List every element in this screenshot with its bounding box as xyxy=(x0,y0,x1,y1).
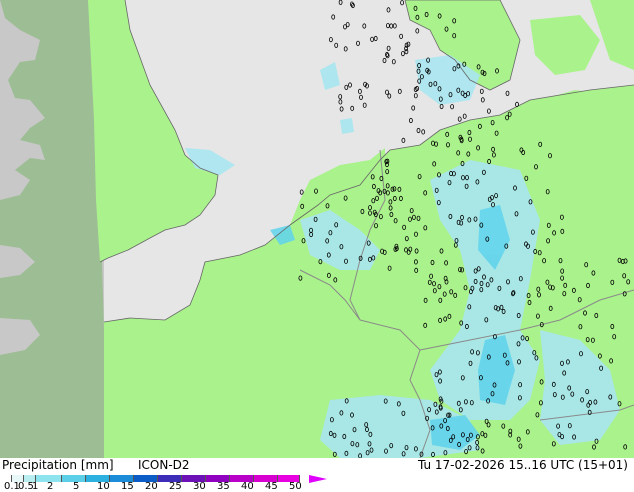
uk-landmass-outside xyxy=(0,0,104,458)
scale-tick-label: 25 xyxy=(169,481,182,492)
scale-tick-label: 45 xyxy=(265,481,278,492)
scale-tick-label: 1 xyxy=(32,481,39,492)
scale-tick-label: 35 xyxy=(217,481,230,492)
scale-tick-label: 20 xyxy=(145,481,158,492)
scale-tick-label: 40 xyxy=(241,481,254,492)
scale-tick-label: 15 xyxy=(121,481,134,492)
scale-tick-label: 50 xyxy=(289,481,302,492)
scale-tick-label: 5 xyxy=(73,481,80,492)
model-name: ICON-D2 xyxy=(138,458,190,472)
scale-tick-label: 30 xyxy=(193,481,206,492)
scale-tick-label: 2 xyxy=(47,481,54,492)
map-title: Precipitation [mm] xyxy=(2,458,114,472)
scale-tick-label: 10 xyxy=(97,481,110,492)
legend-footer: Precipitation [mm] ICON-D2 Tu 17-02-2026… xyxy=(0,458,634,492)
color-scale-arrow xyxy=(309,475,327,483)
precipitation-map xyxy=(0,0,634,458)
valid-time: Tu 17-02-2026 15..16 UTC (15+01) xyxy=(417,458,628,472)
